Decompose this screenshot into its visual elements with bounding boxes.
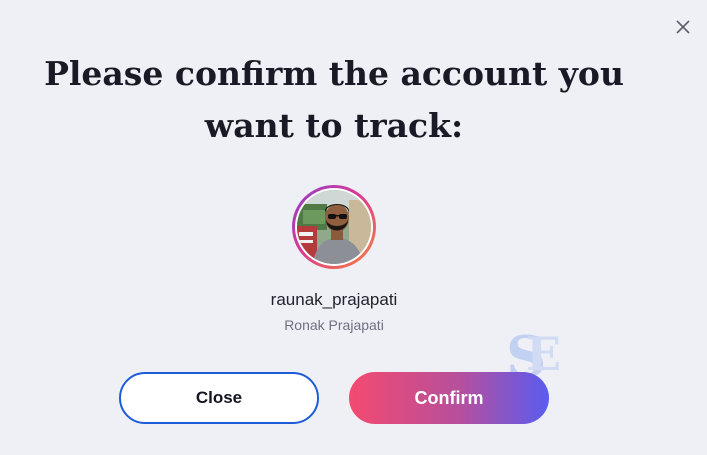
account-username: raunak_prajapati: [270, 290, 398, 309]
confirm-account-dialog: Please confirm the account you want to t…: [0, 0, 707, 455]
close-icon: [676, 20, 690, 34]
close-button[interactable]: Close: [119, 372, 319, 424]
dialog-title: Please confirm the account you want to t…: [44, 54, 624, 145]
close-dialog-button[interactable]: [672, 16, 694, 38]
avatar: [292, 185, 376, 269]
confirm-button[interactable]: Confirm: [349, 372, 549, 424]
profile-photo: [297, 190, 371, 264]
